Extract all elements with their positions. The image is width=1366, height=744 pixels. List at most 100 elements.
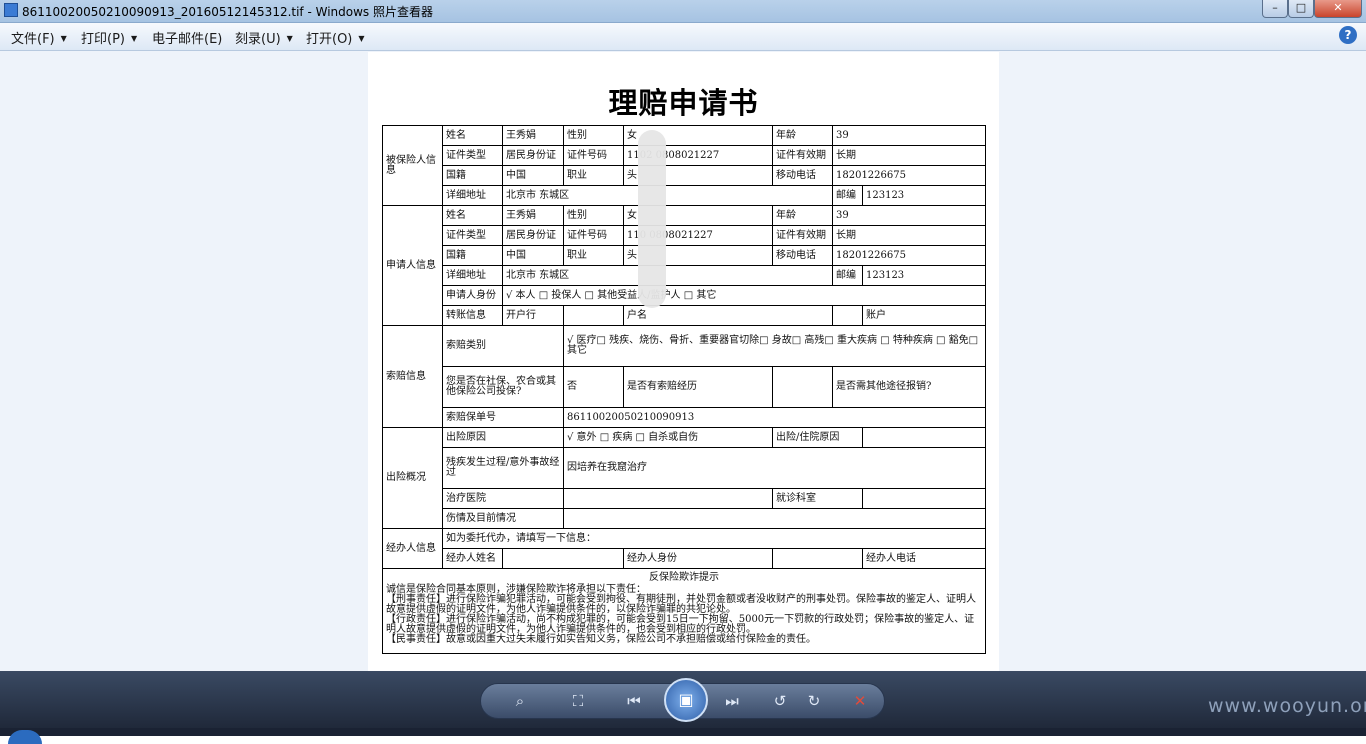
table-row: 残疾发生过程/意外事故经过 因培养在我窟治疗 xyxy=(383,447,987,489)
table-row: 伤情及目前情况 xyxy=(383,508,987,529)
field-label: 转账信息 xyxy=(442,305,503,326)
chevron-down-icon: ▼ xyxy=(60,34,67,43)
menu-print[interactable]: 打印(P) ▼ xyxy=(81,28,137,47)
applicant-name: 王秀娟 xyxy=(502,205,564,226)
prev-icon[interactable]: ⏮ xyxy=(621,690,647,712)
section-claim: 索赔信息 xyxy=(382,325,443,428)
menu-open-label: 打开(O) xyxy=(306,32,353,47)
field-label: 移动电话 xyxy=(772,165,833,186)
table-row: 国籍 中国 职业 头 移动电话 18201226675 xyxy=(383,165,987,186)
table-row: 转账信息 开户行 户名 账户 xyxy=(383,305,987,326)
field-label: 是否需其他途径报销? xyxy=(831,366,987,408)
field-label: 伤情及目前情况 xyxy=(442,508,564,529)
field-label: 证件类型 xyxy=(442,145,503,166)
minimize-button[interactable]: – xyxy=(1262,0,1288,18)
field-label: 年龄 xyxy=(772,125,833,146)
document-title: 理赔申请书 xyxy=(608,86,759,120)
field-label: 详细地址 xyxy=(442,185,503,206)
menu-email-label: 电子邮件(E) xyxy=(152,32,223,47)
table-row: 详细地址 北京市 东城区 邮编 123123 xyxy=(383,265,987,286)
table-row: 证件类型 居民身份证 证件号码 110 0808021227 证件有效期 长期 xyxy=(383,225,987,246)
section-agent: 经办人信息 xyxy=(382,528,443,569)
section-applicant: 申请人信息 xyxy=(382,205,443,326)
table-row: 申请人身份 √ 本人 □ 投保人 □ 其他受益人/监护人 □ 其它 xyxy=(383,285,987,306)
table-row: 您是否在社保、农合或其他保险公司投保? 否 是否有索赔经历 是否需其他途径报销? xyxy=(383,366,987,408)
insured-age: 39 xyxy=(831,125,987,146)
agent-note: 如为委托代办，请填写一下信息： xyxy=(441,528,987,549)
notice-line: 【行政责任】进行保险诈骗活动，尚不构成犯罪的，可能会受到15日一下拘留、5000… xyxy=(386,614,975,635)
insured-idtype: 居民身份证 xyxy=(502,145,564,166)
photo-viewer-app-icon xyxy=(4,3,18,17)
rotate-left-icon[interactable]: ↺ xyxy=(767,690,793,712)
field-label: 性别 xyxy=(563,125,624,146)
table-row: 被保险人信息 姓名 王秀娟 性别 女 年龄 39 xyxy=(382,125,987,206)
applicant-identity-options: √ 本人 □ 投保人 □ 其他受益人/监护人 □ 其它 xyxy=(501,285,987,306)
windows-taskbar xyxy=(0,728,1366,736)
table-row: 索赔信息 索赔类别 √ 医疗□ 残疾、烧伤、骨折、重要器官切除□ 身故□ 高残□… xyxy=(382,325,987,428)
applicant-validity: 长期 xyxy=(831,225,987,246)
insured-name: 王秀娟 xyxy=(502,125,564,146)
notice-title: 反保险欺诈提示 xyxy=(649,572,719,583)
insured-validity: 长期 xyxy=(831,145,987,166)
image-viewport[interactable]: 理赔申请书 被保险人信息 姓名 王秀娟 性别 女 年龄 39 证件类型 居民身份… xyxy=(0,51,1366,672)
notice-line: 【刑事责任】进行保险诈骗犯罪活动，可能会受到拘役、有期徒刑，并处罚金额或者没收财… xyxy=(386,594,976,615)
help-icon[interactable]: ? xyxy=(1339,26,1357,44)
zoom-icon[interactable]: ⌕ xyxy=(507,690,533,712)
claim-policy-number: 86110020050210090913 xyxy=(562,407,987,428)
holder-value xyxy=(832,305,863,326)
menu-file-label: 文件(F) xyxy=(11,32,55,47)
fit-icon[interactable]: ⛶ xyxy=(565,690,591,712)
menu-file[interactable]: 文件(F) ▼ xyxy=(11,28,67,47)
menu-burn[interactable]: 刻录(U) ▼ xyxy=(235,28,293,47)
rotate-right-icon[interactable]: ↻ xyxy=(801,690,827,712)
section-incident: 出险概况 xyxy=(382,427,443,529)
field-label: 残疾发生过程/意外事故经过 xyxy=(442,447,564,489)
redaction-blur xyxy=(638,130,666,308)
field-label: 邮编 xyxy=(832,185,863,206)
table-row: 详细地址 北京市 东城区 邮编 123123 xyxy=(383,185,987,206)
table-row: 治疗医院 就诊科室 xyxy=(383,488,987,509)
maximize-button[interactable]: □ xyxy=(1288,0,1314,18)
field-label: 经办人电话 xyxy=(861,548,987,569)
menu-email[interactable]: 电子邮件(E) xyxy=(152,28,222,47)
chevron-down-icon: ▼ xyxy=(130,34,138,43)
field-label: 姓名 xyxy=(442,205,503,226)
menu-open[interactable]: 打开(O) ▼ xyxy=(306,28,365,47)
table-row: 出险概况 出险原因 √ 意外 □ 疾病 □ 自杀或自伤 出险/住院原因 xyxy=(382,427,987,529)
slideshow-icon[interactable]: ▣ xyxy=(664,678,708,722)
field-label: 是否有索赔经历 xyxy=(623,366,773,408)
incident-cause-options: √ 意外 □ 疾病 □ 自杀或自伤 xyxy=(563,427,773,448)
field-label: 姓名 xyxy=(442,125,503,146)
watermark-text: www.wooyun.org xyxy=(1208,695,1366,717)
notice-line: 【民事责任】故意或因重大过失未履行如实告知义务，保险公司不承担赔偿或给付保险金的… xyxy=(386,634,816,645)
claim-form-table: 被保险人信息 姓名 王秀娟 性别 女 年龄 39 证件类型 居民身份证 证件号码… xyxy=(381,125,987,654)
field-label: 证件类型 xyxy=(442,225,503,246)
field-label: 出险原因 xyxy=(442,427,564,448)
playback-controls: ⌕ ⛶ ⏮ ▣ ⏭ ↺ ↻ ✕ xyxy=(480,678,885,722)
close-button[interactable]: ✕ xyxy=(1314,0,1362,18)
injury-value xyxy=(562,508,987,529)
anti-fraud-notice: 反保险欺诈提示 诚信是保险合同基本原则，涉嫌保险欺诈将承担以下责任： 【刑事责任… xyxy=(381,568,987,654)
field-label: 职业 xyxy=(563,165,624,186)
field-label: 户名 xyxy=(623,305,833,326)
claim-type-options: √ 医疗□ 残疾、烧伤、骨折、重要器官切除□ 身故□ 高残□ 重大疾病 □ 特种… xyxy=(562,325,987,367)
window-titlebar: 86110020050210090913_20160512145312.tif … xyxy=(0,0,1366,23)
applicant-mobile: 18201226675 xyxy=(831,245,987,266)
applicant-age: 39 xyxy=(831,205,987,226)
chevron-down-icon: ▼ xyxy=(358,34,365,43)
field-label: 国籍 xyxy=(442,245,503,266)
field-label: 账户 xyxy=(861,305,987,326)
delete-icon[interactable]: ✕ xyxy=(847,690,873,712)
other-insurance-answer: 否 xyxy=(563,366,624,408)
viewer-control-area: ⌕ ⛶ ⏮ ▣ ⏭ ↺ ↻ ✕ www.wooyun.org xyxy=(0,671,1366,744)
incident-process: 因培养在我窟治疗 xyxy=(562,447,987,489)
hospital-reason-value xyxy=(861,427,987,448)
applicant-idtype: 居民身份证 xyxy=(502,225,564,246)
field-label: 证件有效期 xyxy=(772,145,833,166)
next-icon[interactable]: ⏭ xyxy=(719,690,745,712)
field-label: 您是否在社保、农合或其他保险公司投保? xyxy=(442,366,564,408)
applicant-address: 北京市 东城区 xyxy=(502,265,833,286)
field-label: 索赔保单号 xyxy=(442,407,564,428)
insured-nationality: 中国 xyxy=(502,165,564,186)
table-row: 索赔保单号 86110020050210090913 xyxy=(383,407,987,428)
